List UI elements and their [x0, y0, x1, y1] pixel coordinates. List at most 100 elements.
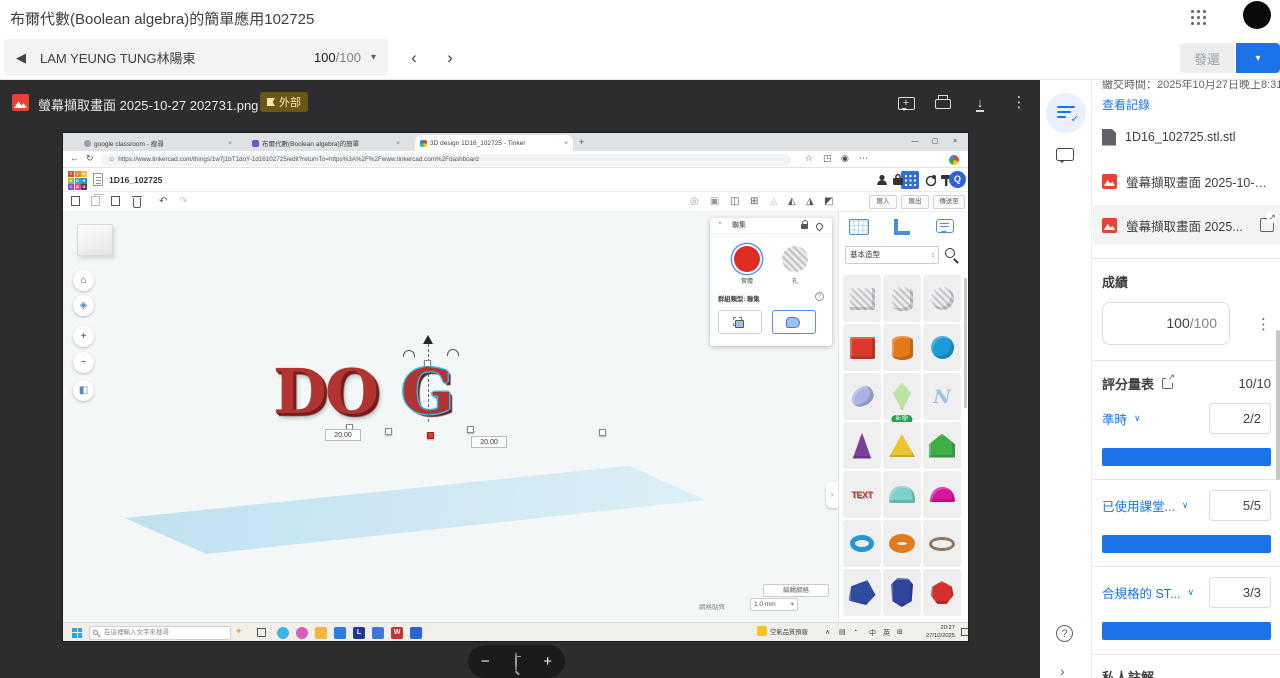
grading-tab-icon[interactable]: ✓ [1046, 93, 1086, 133]
sidebar-rail: ✓ ? › [1040, 80, 1092, 678]
browser-tab-1: google classroom - 搜尋× [79, 135, 237, 151]
group-type-label: 群組類型: 聯集 [718, 294, 760, 303]
rubric-item-row: 準時 ∨ 2/2 [1102, 403, 1271, 434]
add-comment-button[interactable]: + [895, 93, 917, 115]
chevron-down-icon[interactable]: ∨ [1134, 413, 1141, 424]
zoom-in-button[interactable]: + [543, 653, 552, 670]
snap-grid-select: 1.0 mm▾ [750, 598, 798, 611]
submitted-time: 繳交時間：2025年10月27日晚上8:31 [1102, 80, 1271, 92]
student-selector[interactable]: ◀ LAM YEUNG TUNG林陽東 100/100 ▾ [4, 39, 388, 76]
ime-lang-a: 中 [869, 628, 876, 638]
preview-zoom-controls: − + [468, 645, 565, 678]
browser-tab-2: 布爾代數(Boolean algebra)的簡單× [247, 135, 405, 151]
open-in-new-icon[interactable] [1260, 218, 1274, 232]
pin-icon [815, 222, 825, 232]
previous-student-icon[interactable]: ◀ [16, 50, 26, 66]
browser-tab-active: 3D design 1D16_102725 - Tinker× [415, 135, 573, 151]
browser-tabstrip: google classroom - 搜尋× 布爾代數(Boolean alge… [63, 133, 968, 151]
minimize-icon: — [907, 133, 923, 151]
print-button[interactable] [932, 93, 954, 115]
return-button[interactable]: 發還 [1180, 43, 1234, 73]
weather-icon [757, 626, 767, 636]
external-flag-icon [267, 98, 275, 106]
scale-handle [424, 360, 431, 367]
perspective-toggle-icon: ◧ [73, 380, 94, 401]
zoom-out-button[interactable]: − [481, 653, 490, 670]
logo-tile: N [81, 171, 87, 177]
shape-cone [843, 422, 881, 469]
notification-icon [961, 628, 968, 636]
download-button[interactable]: ↓ [969, 93, 991, 115]
more-options-button[interactable]: ⋮ [1008, 93, 1030, 115]
grade-bar: ◀ LAM YEUNG TUNG林陽東 100/100 ▾ ‹ › 發還 ▾ [0, 36, 1280, 80]
file-icon [1102, 129, 1116, 146]
rubric-progress-bar [1102, 622, 1271, 640]
workplane-handle [427, 432, 434, 439]
rubric-score[interactable]: 5/5 [1209, 490, 1271, 521]
shape-polygon [843, 569, 881, 616]
tray-network-icon: ◔ [853, 628, 857, 635]
news-ticker: 空氣品質預報 [757, 626, 808, 636]
close-tab-icon: × [228, 140, 232, 147]
shape-scribble: N [923, 373, 961, 420]
shapes-scrollbar [964, 278, 967, 408]
top-bar: 布爾代數(Boolean algebra)的簡單應用102725 [0, 0, 1280, 36]
taskbar-app-word: W [391, 627, 403, 639]
rubric-criterion-link[interactable]: 合規格的 ST... [1102, 583, 1180, 602]
clock: 20:2727/10/2025 [913, 625, 955, 640]
zoom-in-icon: + [73, 326, 94, 347]
taskbar-app-outlook [334, 627, 346, 639]
submission-screenshot-image[interactable]: google classroom - 搜尋× 布爾代數(Boolean alge… [63, 133, 968, 641]
fit-view-icon: ◈ [73, 295, 94, 316]
tinkercad-doc-name: 1D16_102725 [109, 175, 162, 185]
view-history-link[interactable]: 查看記錄 [1102, 96, 1271, 113]
shape-sphere-hole [923, 275, 961, 322]
grade-input[interactable]: 100/100 [1102, 302, 1230, 345]
chevron-down-icon[interactable]: ∨ [1187, 587, 1194, 598]
chevron-down-icon[interactable]: ▾ [371, 52, 376, 63]
rotate-handle-icon [447, 349, 459, 356]
prev-submission-button[interactable]: ‹ [402, 46, 426, 70]
group-icon: ◫ [730, 196, 742, 208]
image-file-icon [1102, 218, 1117, 233]
tray-display-icon: ▤ [839, 628, 846, 636]
next-submission-button[interactable]: › [438, 46, 462, 70]
chevron-down-icon[interactable]: ∨ [1182, 500, 1189, 511]
shape-text: TEXT [843, 471, 881, 518]
image-file-icon [12, 94, 29, 111]
help-icon[interactable]: ? [1056, 625, 1073, 642]
shape-box-hole [843, 275, 881, 322]
user-avatar[interactable] [1243, 1, 1271, 29]
rubric-score[interactable]: 3/3 [1209, 577, 1271, 608]
paste-icon [91, 196, 103, 208]
close-tab-icon: × [564, 140, 568, 147]
material-icon: ▣ [710, 196, 722, 208]
google-apps-icon[interactable] [1190, 9, 1208, 27]
return-button-group: 發還 ▾ [1180, 43, 1280, 73]
comments-tab-icon[interactable] [1056, 148, 1074, 161]
open-rubric-icon[interactable] [1162, 378, 1173, 389]
shapes-panel: 基本造型↕ 新增!NTEXT [838, 212, 968, 622]
collapse-panel-icon: ⌃ [717, 218, 723, 234]
tinkercad-viewport: ⌂ ◈ + − ◧ D O G 20.00 [63, 212, 838, 622]
rubric-criterion-link[interactable]: 已使用課堂... [1102, 496, 1175, 515]
zoom-reset-button[interactable] [515, 653, 517, 671]
tray-expand-icon: ∧ [825, 628, 830, 636]
file-item-image-2-selected[interactable]: 螢幕擷取畫面 2025... [1093, 205, 1280, 245]
profile-icon: ◉ [841, 153, 849, 164]
taskbar-search-field: 在這裡輸入文字來搜尋 [89, 626, 231, 640]
shape-torus [883, 520, 921, 567]
group-merge-button [772, 310, 816, 334]
file-item-image-1[interactable]: 螢幕擷取畫面 2025-10-27 ... [1102, 161, 1271, 201]
menu-icon: ⋯ [859, 153, 868, 164]
return-options-button[interactable]: ▾ [1236, 43, 1280, 73]
taskbar-app-copilot [296, 627, 308, 639]
shape-half-sphere [923, 471, 961, 518]
rubric-criterion-link[interactable]: 準時 [1102, 409, 1127, 428]
grade-menu-icon[interactable]: ⋮ [1256, 315, 1271, 333]
collapse-sidebar-icon[interactable]: › [1060, 663, 1065, 678]
shape-category-select: 基本造型↕ [845, 246, 939, 264]
sidebar-scrollbar[interactable] [1276, 330, 1280, 480]
file-item-stl[interactable]: 1D16_102725.stl.stl [1102, 117, 1271, 157]
rubric-score[interactable]: 2/2 [1209, 403, 1271, 434]
